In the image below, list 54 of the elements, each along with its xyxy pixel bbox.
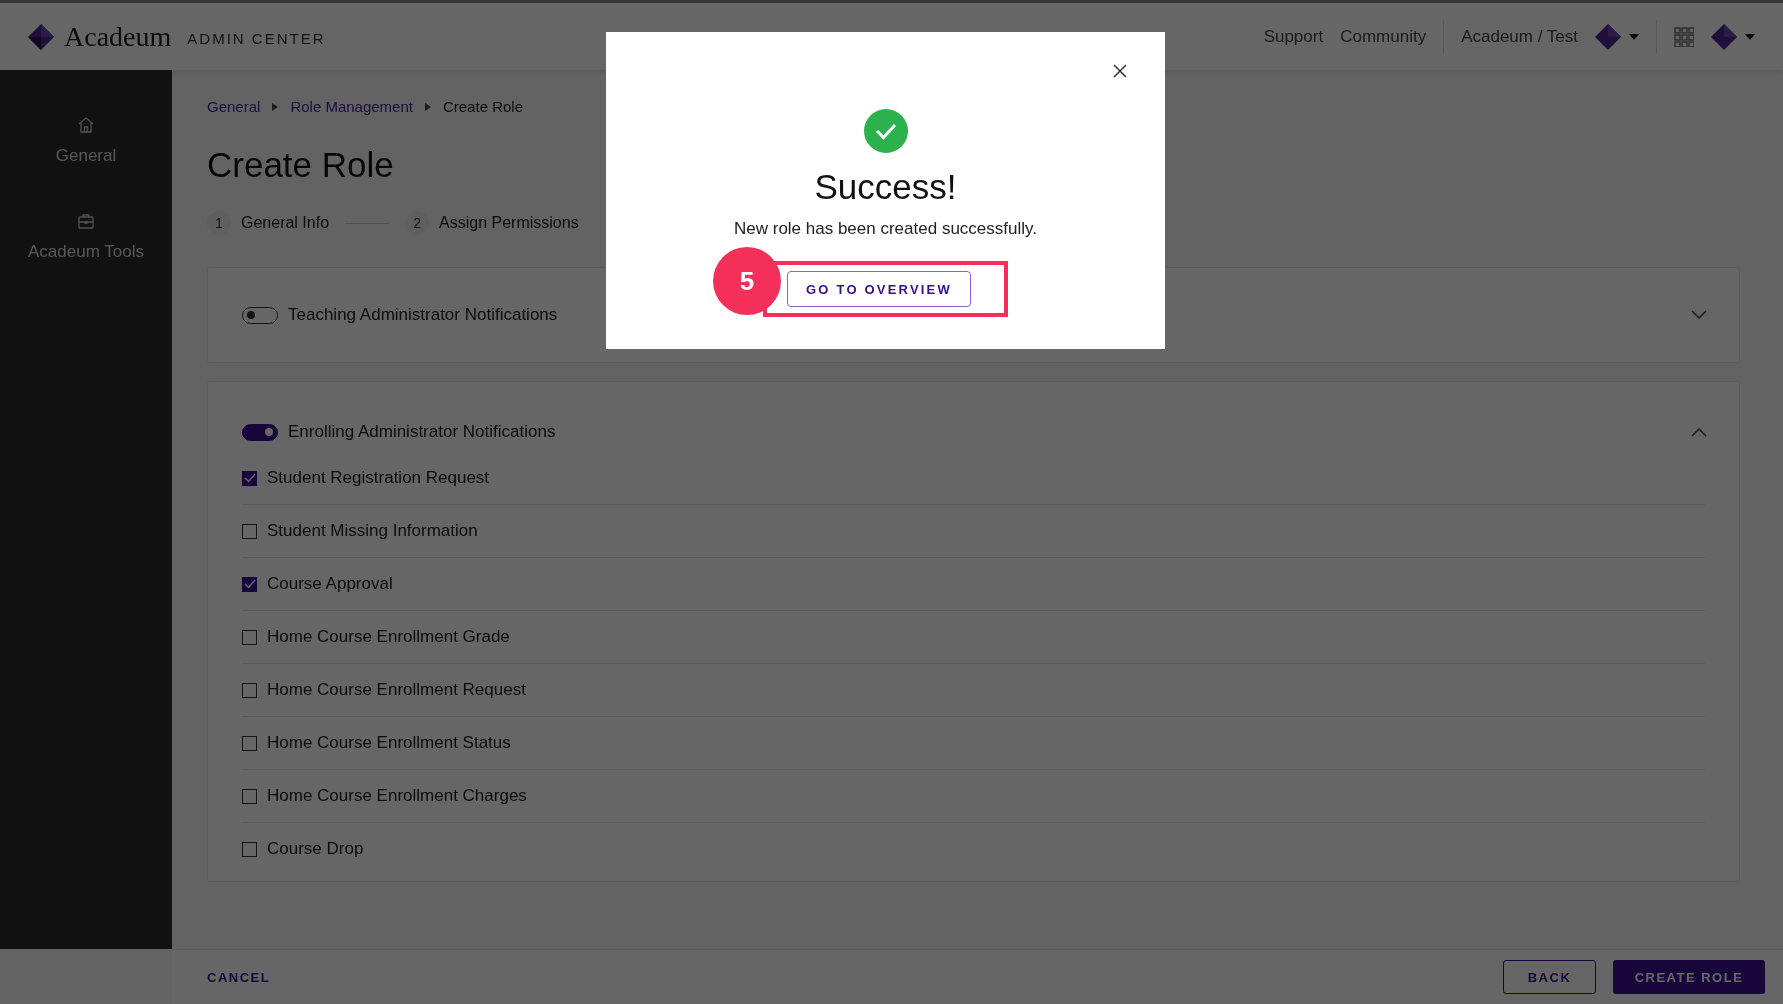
checkbox[interactable] xyxy=(242,841,257,857)
checkbox[interactable] xyxy=(242,576,257,592)
breadcrumb-separator-icon xyxy=(272,102,279,111)
create-role-button[interactable]: CREATE ROLE xyxy=(1613,960,1765,994)
breadcrumb-link[interactable]: General xyxy=(207,98,261,115)
home-icon xyxy=(77,116,95,134)
sidebar-item[interactable]: Acadeum Tools xyxy=(0,212,172,262)
go-to-overview-button[interactable]: GO TO OVERVIEW xyxy=(787,271,971,307)
checkbox-label: Student Missing Information xyxy=(267,521,478,541)
brand-name: Acadeum xyxy=(64,20,172,53)
checkbox-label: Home Course Enrollment Charges xyxy=(267,786,527,806)
header-link[interactable]: Support xyxy=(1263,26,1324,47)
checkbox[interactable] xyxy=(242,735,257,751)
logo-icon xyxy=(28,23,54,50)
chevron-icon[interactable] xyxy=(1691,310,1707,320)
checkbox-label: Home Course Enrollment Status xyxy=(267,733,511,753)
breadcrumb-separator-icon xyxy=(424,102,431,111)
apps-grid-icon[interactable] xyxy=(1674,26,1694,47)
checkbox[interactable] xyxy=(242,523,257,539)
chevron-icon[interactable] xyxy=(1691,427,1707,437)
checkbox[interactable] xyxy=(242,788,257,804)
toggle-switch[interactable] xyxy=(242,423,278,441)
organization-menu-button[interactable] xyxy=(1595,23,1639,50)
checkbox-label: Course Approval xyxy=(267,574,393,594)
header-link[interactable]: Community xyxy=(1340,26,1427,47)
page-title: Create Role xyxy=(207,145,395,185)
step-marker-badge: 5 xyxy=(713,247,781,315)
sidebar-item[interactable]: General xyxy=(0,116,172,166)
checkbox[interactable] xyxy=(242,470,257,486)
account-menu-button[interactable] xyxy=(1711,23,1755,50)
checkbox-label: Student Registration Request xyxy=(267,468,490,488)
dialog-title: Success! xyxy=(814,167,957,207)
section-label: Enrolling Administrator Notifications xyxy=(288,422,556,442)
section-label: Teaching Administrator Notifications xyxy=(288,305,558,325)
checkbox[interactable] xyxy=(242,629,257,645)
app-subtitle: ADMIN CENTER xyxy=(187,30,326,47)
breadcrumb-link[interactable]: Role Management xyxy=(290,98,413,115)
dialog-message: New role has been created successfully. xyxy=(734,219,1037,239)
step-label: General Info xyxy=(241,214,330,232)
step-number: 2 xyxy=(405,211,430,235)
back-button[interactable]: BACK xyxy=(1503,960,1596,994)
step-number: 1 xyxy=(207,211,231,235)
organization-name: Acadeum / Test xyxy=(1461,26,1578,47)
briefcase-icon xyxy=(77,212,95,230)
checkbox-label: Home Course Enrollment Request xyxy=(267,680,526,700)
toggle-switch[interactable] xyxy=(242,306,278,324)
checkbox[interactable] xyxy=(242,682,257,698)
step-label: Assign Permissions xyxy=(439,214,579,232)
checkbox-label: Course Drop xyxy=(267,839,364,859)
checkbox-label: Home Course Enrollment Grade xyxy=(267,627,510,647)
success-check-icon xyxy=(863,109,908,153)
breadcrumb-link[interactable]: Create Role xyxy=(442,98,523,115)
close-icon[interactable] xyxy=(1113,64,1127,78)
cancel-button[interactable]: CANCEL xyxy=(207,963,271,991)
